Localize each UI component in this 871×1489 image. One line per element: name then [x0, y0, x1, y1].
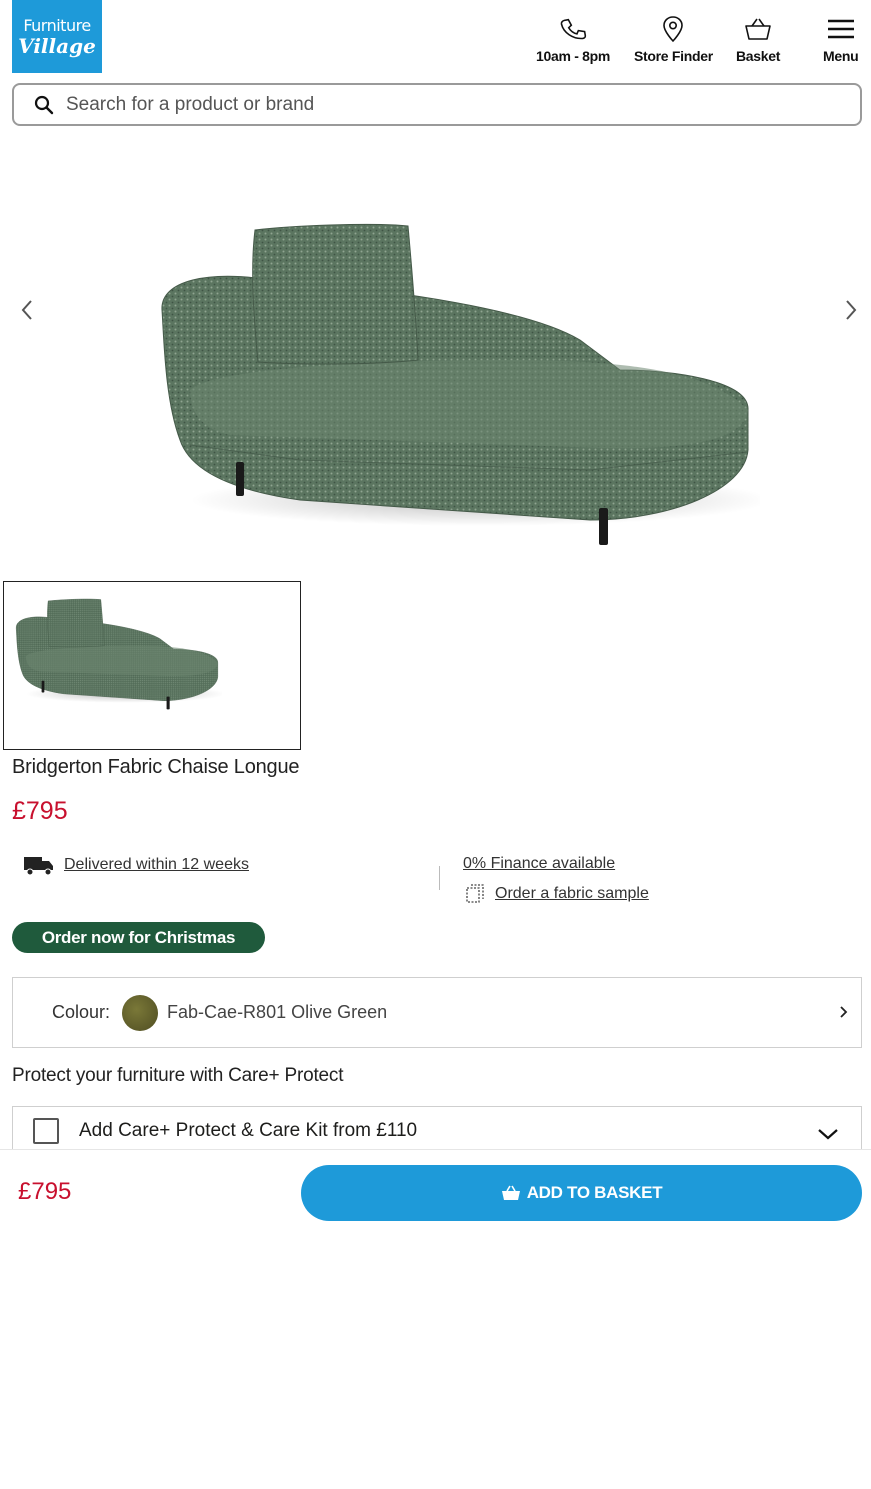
care-protect-label: Add Care+ Protect & Care Kit from £110 [79, 1119, 418, 1141]
colour-value: Fab-Cae-R801 Olive Green [167, 1002, 388, 1022]
chevron-down-icon[interactable] [817, 1127, 839, 1141]
delivery-info[interactable]: Delivered within 12 weeks [22, 853, 249, 877]
feature-divider [439, 866, 440, 890]
hamburger-menu-icon [827, 19, 854, 39]
product-thumbnail-image [15, 598, 222, 710]
nav-menu-label: Menu [823, 48, 859, 64]
location-pin-icon [663, 16, 684, 43]
gallery-next-button[interactable] [836, 290, 866, 330]
product-main-image [161, 223, 760, 545]
product-price: £795 [12, 797, 68, 825]
finance-link[interactable]: 0% Finance available [463, 855, 615, 873]
chevron-left-icon [21, 300, 32, 320]
colour-swatch [122, 994, 159, 1031]
care-protect-option[interactable]: Add Care+ Protect & Care Kit from £110 [12, 1106, 862, 1154]
nav-opening-hours[interactable]: 10am - 8pm [536, 14, 610, 64]
delivery-truck-icon [24, 857, 53, 876]
nav-store-label: Store Finder [634, 48, 713, 64]
chevron-right-icon [840, 1006, 848, 1018]
nav-basket-label: Basket [736, 48, 781, 64]
add-to-basket-label: ADD TO BASKET [526, 1183, 663, 1202]
delivery-link[interactable]: Delivered within 12 weeks [64, 856, 249, 874]
nav-store-finder[interactable]: Store Finder [634, 14, 713, 64]
gallery-prev-button[interactable] [12, 290, 42, 330]
chevron-right-icon [846, 300, 857, 320]
sticky-price: £795 [18, 1178, 72, 1205]
fabric-sample-icon [466, 884, 484, 903]
nav-hours-label: 10am - 8pm [536, 48, 611, 64]
gallery-thumbnail[interactable] [3, 581, 301, 750]
nav-menu[interactable]: Menu [823, 14, 859, 64]
colour-label: Colour: [52, 1002, 111, 1022]
product-title: Bridgerton Fabric Chaise Longue [12, 756, 300, 778]
logo-line1: Furniture [23, 15, 91, 35]
basket-icon [745, 18, 771, 40]
phone-icon [560, 18, 587, 40]
colour-selector[interactable]: Colour: Fab-Cae-R801 Olive Green [12, 977, 862, 1048]
logo-line2: Village [18, 33, 96, 58]
search-icon [34, 95, 54, 114]
search-bar[interactable] [12, 83, 862, 126]
furniture-village-logo[interactable]: Furniture Village [12, 0, 102, 73]
fabric-sample-info[interactable]: Order a fabric sample [463, 882, 649, 906]
basket-icon [501, 1185, 520, 1200]
search-input[interactable] [66, 93, 826, 116]
finance-info[interactable]: 0% Finance available [463, 855, 615, 873]
sticky-basket-bar: £795 ADD TO BASKET [0, 1149, 871, 1234]
care-protect-checkbox[interactable] [33, 1117, 59, 1144]
product-gallery[interactable] [0, 140, 871, 570]
care-protect-heading: Protect your furniture with Care+ Protec… [12, 1065, 344, 1086]
fabric-sample-link[interactable]: Order a fabric sample [495, 885, 649, 903]
christmas-badge: Order now for Christmas [12, 922, 265, 953]
nav-basket[interactable]: Basket [736, 14, 780, 64]
add-to-basket-button[interactable]: ADD TO BASKET [301, 1165, 862, 1221]
